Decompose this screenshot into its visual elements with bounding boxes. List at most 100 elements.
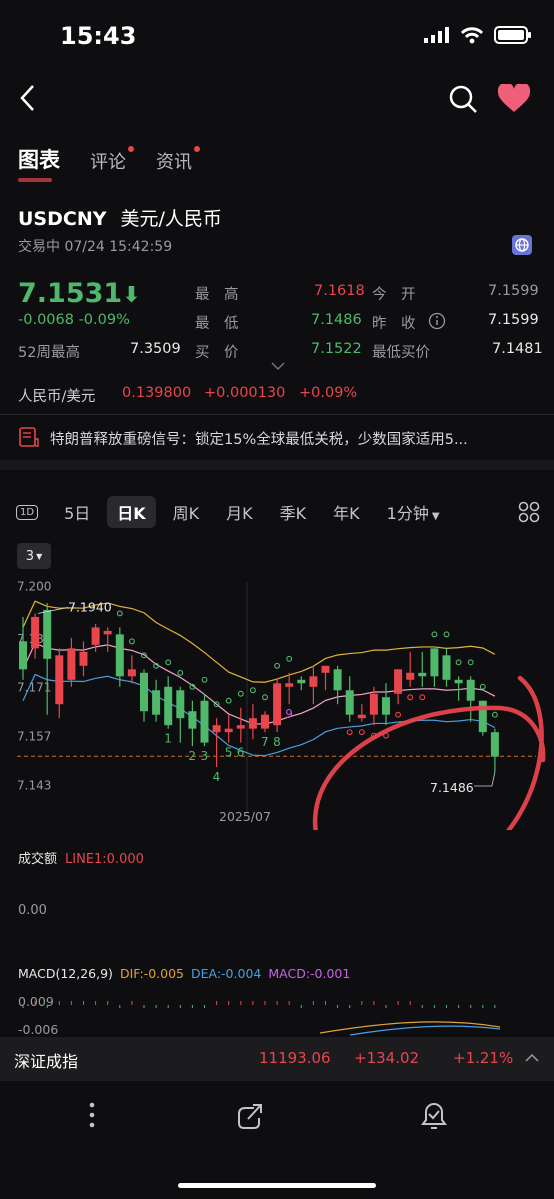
low-annotation-label: 7.1486: [430, 780, 474, 795]
candle-down: [115, 634, 124, 677]
sar-dot: [116, 610, 123, 617]
period-daily-k[interactable]: 日K: [107, 496, 156, 528]
candle-down: [19, 641, 27, 670]
ticker-price: 11193.06: [259, 1049, 331, 1067]
period-1d[interactable]: 1D: [16, 504, 39, 520]
macd-title: MACD(12,26,9): [18, 966, 113, 981]
high-annotation-leader: [38, 607, 69, 614]
sar-dot: [346, 729, 353, 736]
tab-comments[interactable]: 评论: [90, 146, 134, 174]
candle-up: [261, 714, 269, 729]
last-price: 7.1531⬇: [18, 278, 141, 309]
high-value: 7.1618: [314, 283, 365, 299]
ticker-change: +134.02: [354, 1049, 420, 1067]
search-icon[interactable]: [448, 84, 478, 114]
expand-chevron-icon[interactable]: [271, 362, 285, 370]
back-icon[interactable]: [18, 84, 38, 114]
down-arrow-icon: ⬇: [122, 283, 141, 308]
info-icon[interactable]: [428, 312, 446, 330]
more-options-icon[interactable]: [86, 1101, 98, 1129]
candle-down: [140, 672, 148, 712]
period-weekly-k-label: 周K: [172, 504, 200, 523]
candle-down: [297, 679, 306, 684]
candle-up: [103, 630, 112, 635]
ticker-name: 深证成指: [14, 1052, 79, 1071]
period-1min-label: 1分钟: [386, 504, 429, 523]
candle-up: [67, 648, 76, 680]
reverse-pair-label[interactable]: 人民币/美元: [18, 385, 95, 406]
wifi-icon: [460, 27, 484, 44]
bid-label: 买 价: [195, 345, 239, 361]
expand-up-chevron-icon[interactable]: [525, 1053, 539, 1063]
share-icon[interactable]: [234, 1101, 264, 1131]
trade-status: 交易中 07/24 15:42:59: [18, 239, 173, 255]
sar-dot: [419, 694, 426, 701]
globe-icon[interactable]: [512, 235, 532, 255]
volume-line-value: LINE1:0.000: [65, 852, 144, 867]
sar-dot: [431, 631, 438, 638]
period-selector: 1D 5日 日K 周K 月K 季K 年K 1分钟 ▼: [16, 496, 440, 528]
last-price-value: 7.1531: [18, 278, 123, 309]
candle-down: [442, 655, 451, 680]
candle-up: [91, 627, 100, 645]
period-quarterly-k[interactable]: 季K: [280, 500, 307, 524]
period-1min[interactable]: 1分钟 ▼: [387, 500, 440, 524]
tab-comments-label: 评论: [90, 152, 126, 173]
candle-down: [454, 679, 463, 684]
candle-up: [224, 728, 233, 733]
grid-layout-icon[interactable]: [518, 501, 540, 523]
news-headline[interactable]: 特朗普释放重磅信号：锁定15%全球最低关税，少数国家适用5...: [50, 428, 540, 449]
td-count-label: 5: [225, 746, 233, 760]
signal-icon: [424, 27, 449, 43]
candle-up: [369, 693, 378, 715]
lowest-ask-value: 7.1481: [492, 341, 543, 357]
status-time: 15:43: [60, 22, 137, 50]
candle-up: [309, 676, 318, 687]
sar-dot: [249, 687, 256, 694]
candle-down: [164, 686, 173, 726]
td-count-label: 6: [237, 746, 245, 760]
tab-news[interactable]: 资讯: [156, 146, 200, 174]
tab-bar: 图表 评论 资讯: [18, 144, 200, 182]
sar-dot: [128, 638, 135, 645]
macd-value: MACD:-0.001: [268, 966, 351, 981]
price-alert-icon[interactable]: [419, 1100, 449, 1132]
td-count-label: 4: [213, 770, 221, 784]
period-monthly-k[interactable]: 月K: [226, 500, 253, 524]
period-weekly-k[interactable]: 周K: [173, 500, 200, 524]
td-count-label: 7: [261, 735, 269, 749]
volume-axis-value: 0.00: [18, 903, 47, 918]
period-daily-k-label: 日K: [117, 504, 146, 523]
sar-dot: [237, 690, 244, 697]
prev-close-value: 7.1599: [488, 312, 539, 328]
sar-dot: [407, 694, 414, 701]
reverse-pair-pct: +0.09%: [299, 385, 358, 401]
sar-dot: [286, 655, 293, 662]
section-gap: [0, 460, 554, 470]
tab-chart-label: 图表: [18, 148, 60, 172]
reverse-pair-price: 0.139800: [122, 385, 192, 401]
high-annotation-label: 7.1940: [68, 599, 112, 614]
favorite-heart-icon[interactable]: [497, 84, 531, 114]
candlestick-chart[interactable]: 7.2007.1857.1717.1577.1431234567897.1940…: [0, 560, 554, 830]
candle-up: [285, 683, 294, 687]
lowest-ask-label: 最低买价: [372, 345, 430, 361]
candle-down: [333, 669, 342, 691]
period-yearly-k[interactable]: 年K: [333, 500, 360, 524]
sar-dot: [491, 711, 498, 718]
ticker-pct: +1.21%: [453, 1049, 514, 1067]
prev-close-label: 昨 收: [372, 316, 416, 332]
macd-dif: DIF:-0.005: [119, 966, 184, 981]
macd-header: MACD(12,26,9) DIF:-0.005 DEA:-0.004 MACD:-0…: [18, 966, 350, 981]
tab-chart[interactable]: 图表: [18, 144, 60, 182]
period-5d[interactable]: 5日: [64, 500, 90, 524]
dropdown-caret-icon: ▼: [431, 511, 440, 522]
candle-down: [43, 609, 52, 659]
sar-dot: [274, 662, 281, 669]
candle-up: [212, 725, 221, 733]
divider: [0, 414, 554, 415]
volume-title: 成交额 LINE1:0.000: [18, 848, 144, 867]
sar-dot: [467, 659, 474, 666]
candle-down: [490, 732, 499, 757]
candle-down: [430, 648, 439, 677]
